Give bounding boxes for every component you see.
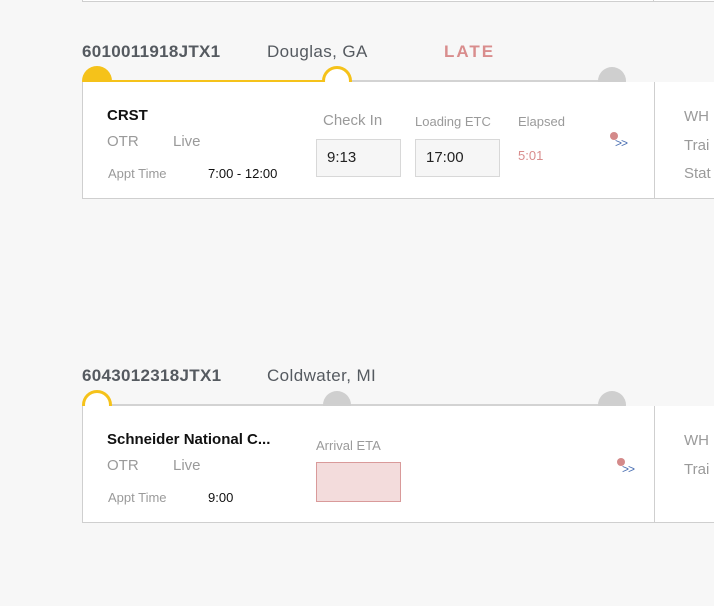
side-label-trailer: Trai <box>684 461 710 478</box>
side-label-status: Stat <box>684 165 711 182</box>
shipment-card[interactable]: Schneider National C... OTR Live Appt Ti… <box>82 406 714 523</box>
expand-button[interactable]: >> <box>622 462 635 476</box>
loading-etc-field[interactable]: 17:00 <box>415 139 500 177</box>
carrier-name: CRST <box>107 107 148 124</box>
carrier-name: Schneider National C... <box>107 431 271 448</box>
side-label-wh: WH <box>684 108 709 125</box>
shipment-id[interactable]: 6043012318JTX1 <box>82 366 221 386</box>
load-type-label: Live <box>173 133 201 150</box>
card-divider <box>654 82 655 199</box>
load-type-label: Live <box>173 457 201 474</box>
appt-time-value: 7:00 - 12:00 <box>208 166 278 181</box>
mode-label: OTR <box>107 457 139 474</box>
appt-time-label: Appt Time <box>108 490 167 505</box>
elapsed-label: Elapsed <box>518 114 565 129</box>
arrival-eta-field[interactable] <box>316 462 401 502</box>
expand-button[interactable]: >> <box>615 136 628 150</box>
side-label-trailer: Trai <box>684 137 710 154</box>
mode-label: OTR <box>107 133 139 150</box>
shipment-board: 6010011918JTX1 Douglas, GA LATE CRST OTR… <box>0 0 714 606</box>
shipment-location: Douglas, GA <box>267 42 368 61</box>
check-in-field[interactable]: 9:13 <box>316 139 401 177</box>
shipment-location: Coldwater, MI <box>267 366 377 385</box>
check-in-label: Check In <box>323 112 383 129</box>
previous-card-divider <box>653 0 654 2</box>
loading-etc-label: Loading ETC <box>415 114 491 129</box>
arrival-eta-label: Arrival ETA <box>316 438 381 453</box>
shipment-card[interactable]: CRST OTR Live Appt Time 7:00 - 12:00 Che… <box>82 82 714 199</box>
elapsed-value: 5:01 <box>518 148 544 163</box>
appt-time-value: 9:00 <box>208 490 234 505</box>
previous-card <box>82 0 714 2</box>
side-label-wh: WH <box>684 432 709 449</box>
shipment-id[interactable]: 6010011918JTX1 <box>82 42 220 62</box>
card-divider <box>654 406 655 523</box>
status-badge: LATE <box>444 42 496 61</box>
appt-time-label: Appt Time <box>108 166 167 181</box>
